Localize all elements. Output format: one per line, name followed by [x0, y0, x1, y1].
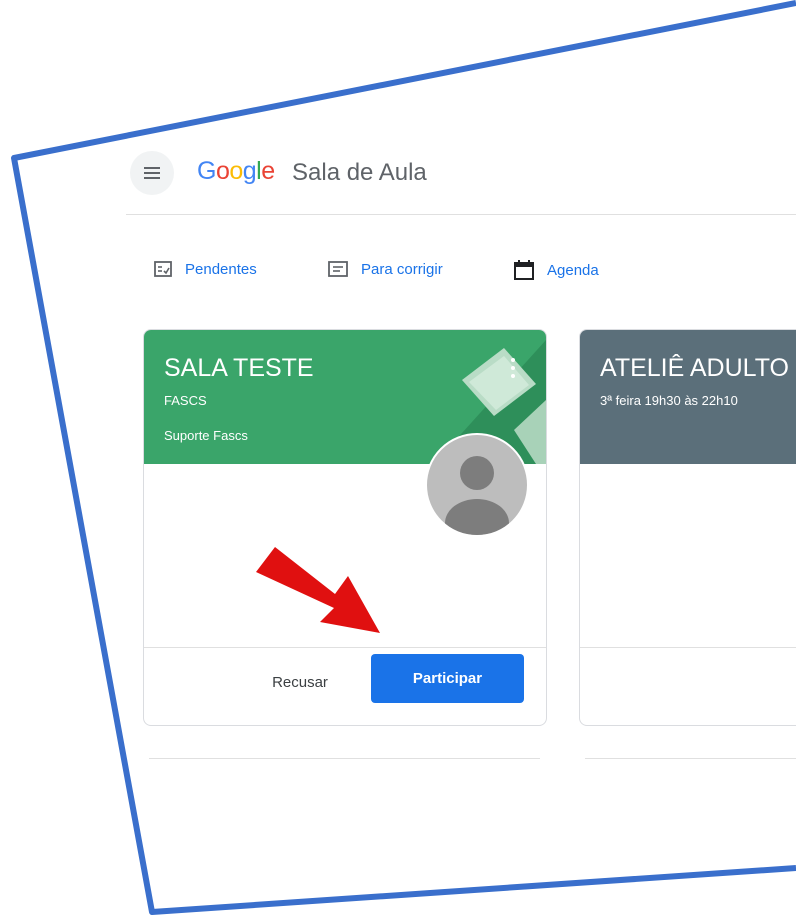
person-avatar-icon — [425, 433, 529, 537]
nav-to-review[interactable]: Para corrigir — [327, 259, 443, 279]
card-section: 3ª feira 19h30 às 22h10 — [600, 393, 738, 408]
nav-pending-label: Pendentes — [185, 260, 257, 278]
google-logo: Google — [197, 157, 275, 185]
card-header[interactable]: ATELIÊ ADULTO 3ª feira 19h30 às 22h10 — [580, 330, 796, 464]
card-title[interactable]: ATELIÊ ADULTO — [600, 354, 789, 383]
inbox-tray-icon — [328, 261, 348, 277]
card-section: FASCS — [164, 393, 207, 408]
header-divider — [126, 214, 796, 215]
row-divider — [585, 758, 796, 759]
join-button[interactable]: Participar — [371, 654, 524, 703]
card-footer-divider — [144, 647, 546, 648]
nav-calendar[interactable]: Agenda — [513, 259, 599, 281]
app-title: Sala de Aula — [292, 159, 427, 186]
card-title[interactable]: SALA TESTE — [164, 354, 314, 383]
classroom-app: Google Sala de Aula Pendentes Para corri… — [0, 0, 796, 915]
assignment-checklist-icon — [154, 261, 172, 277]
card-owner: Suporte Fascs — [164, 428, 248, 443]
card-footer-divider — [580, 647, 796, 648]
decline-button[interactable]: Recusar — [266, 667, 334, 697]
class-card-atelie-adulto[interactable]: ATELIÊ ADULTO 3ª feira 19h30 às 22h10 — [579, 329, 796, 726]
nav-calendar-label: Agenda — [547, 261, 599, 279]
calendar-icon — [514, 260, 534, 280]
class-card-sala-teste[interactable]: SALA TESTE FASCS Suporte Fascs Recusar P… — [143, 329, 547, 726]
row-divider — [149, 758, 540, 759]
more-vert-icon[interactable] — [510, 358, 516, 382]
nav-to-review-label: Para corrigir — [361, 260, 443, 278]
nav-pending[interactable]: Pendentes — [153, 259, 257, 279]
hamburger-menu-icon[interactable] — [130, 151, 174, 195]
